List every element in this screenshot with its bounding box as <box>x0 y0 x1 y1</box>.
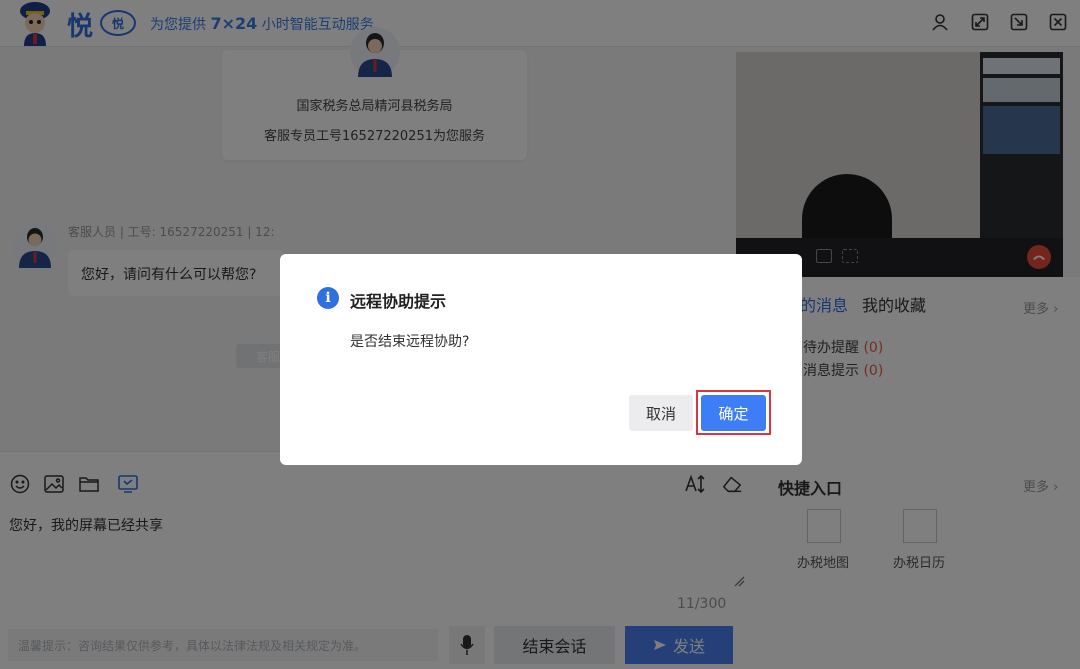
dialog-message: 是否结束远程协助? <box>350 334 470 350</box>
cancel-button[interactable]: 取消 <box>629 395 693 431</box>
confirm-button[interactable]: 确定 <box>701 395 766 431</box>
dialog-title: 远程协助提示 <box>350 292 447 311</box>
info-icon: i <box>317 287 339 309</box>
